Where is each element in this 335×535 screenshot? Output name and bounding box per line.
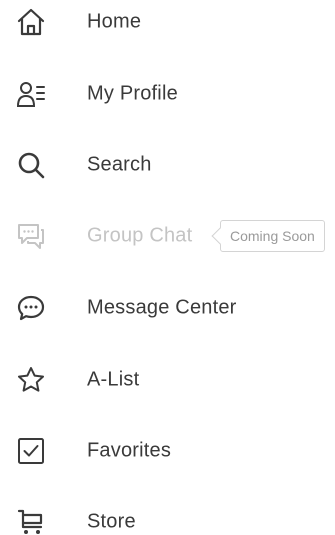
coming-soon-tooltip: Coming Soon: [220, 220, 325, 252]
menu-item-my-profile[interactable]: My Profile: [0, 68, 335, 120]
group-chat-icon: [14, 219, 48, 253]
menu-label-home: Home: [87, 10, 142, 33]
menu-item-home[interactable]: Home: [0, 0, 335, 48]
star-icon: [14, 363, 48, 397]
menu-item-store[interactable]: Store: [0, 496, 335, 535]
menu-label-message-center: Message Center: [87, 296, 237, 319]
menu-item-favorites[interactable]: Favorites: [0, 425, 335, 477]
menu-label-search: Search: [87, 153, 152, 176]
cart-icon: [14, 505, 48, 535]
message-icon: [14, 291, 48, 325]
coming-soon-text: Coming Soon: [230, 228, 315, 244]
checkbox-icon: [14, 434, 48, 468]
menu-label-a-list: A-List: [87, 368, 140, 391]
menu-item-group-chat: Group Chat Coming Soon: [0, 210, 335, 262]
menu-item-a-list[interactable]: A-List: [0, 354, 335, 406]
menu-label-group-chat: Group Chat: [87, 224, 193, 247]
profile-icon: [14, 77, 48, 111]
menu-label-my-profile: My Profile: [87, 82, 178, 105]
menu-label-store: Store: [87, 510, 136, 533]
menu-label-favorites: Favorites: [87, 439, 172, 462]
search-icon: [14, 148, 48, 182]
side-menu: Home My Profile Search Group Chat Coming…: [0, 0, 335, 535]
menu-item-message-center[interactable]: Message Center: [0, 282, 335, 334]
home-icon: [14, 5, 48, 39]
menu-item-search[interactable]: Search: [0, 139, 335, 191]
